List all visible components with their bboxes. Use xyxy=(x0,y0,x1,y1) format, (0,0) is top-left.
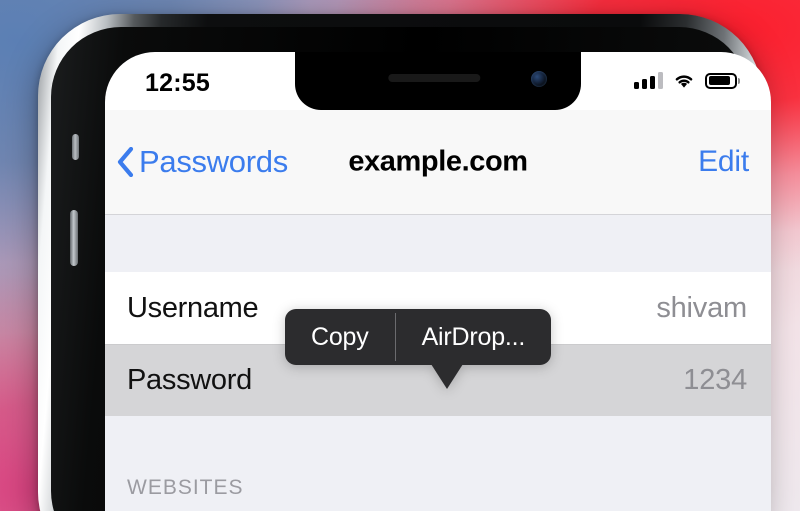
mute-switch-button[interactable] xyxy=(72,134,79,160)
wallpaper-background: 12:55 Passwords example.com Edit Usernam… xyxy=(0,0,800,511)
page-title: example.com xyxy=(348,145,528,178)
row-label: Username xyxy=(127,291,259,324)
navigation-bar: Passwords example.com Edit xyxy=(105,110,771,215)
row-value: 1234 xyxy=(683,364,747,396)
phone-frame: 12:55 Passwords example.com Edit Usernam… xyxy=(38,14,771,511)
cellular-signal-icon xyxy=(634,72,663,89)
group-spacer-bottom xyxy=(105,416,771,476)
copy-menu-item[interactable]: Copy xyxy=(285,309,395,365)
back-button-label: Passwords xyxy=(139,144,288,179)
content-area: Username shivam Password 1234 WEBSITES C… xyxy=(105,215,771,511)
airdrop-menu-item[interactable]: AirDrop... xyxy=(396,309,552,365)
volume-button[interactable] xyxy=(70,210,78,266)
menu-pointer-arrow xyxy=(431,364,463,389)
status-bar-time: 12:55 xyxy=(145,69,210,97)
row-label: Password xyxy=(127,364,252,396)
earpiece-speaker-icon xyxy=(388,74,481,82)
back-button[interactable]: Passwords xyxy=(117,144,288,180)
edit-menu-bar: Copy AirDrop... xyxy=(285,309,552,365)
edit-menu-popup: Copy AirDrop... xyxy=(285,309,552,389)
notch xyxy=(295,52,581,110)
battery-icon xyxy=(705,72,737,89)
section-header-websites: WEBSITES xyxy=(127,476,244,499)
edit-button[interactable]: Edit xyxy=(698,145,749,179)
row-value: shivam xyxy=(656,291,747,324)
wifi-icon xyxy=(675,75,693,88)
status-bar-indicators xyxy=(634,72,737,89)
front-camera-icon xyxy=(531,71,547,87)
phone-screen: 12:55 Passwords example.com Edit Usernam… xyxy=(105,52,771,511)
chevron-left-icon xyxy=(117,147,134,177)
